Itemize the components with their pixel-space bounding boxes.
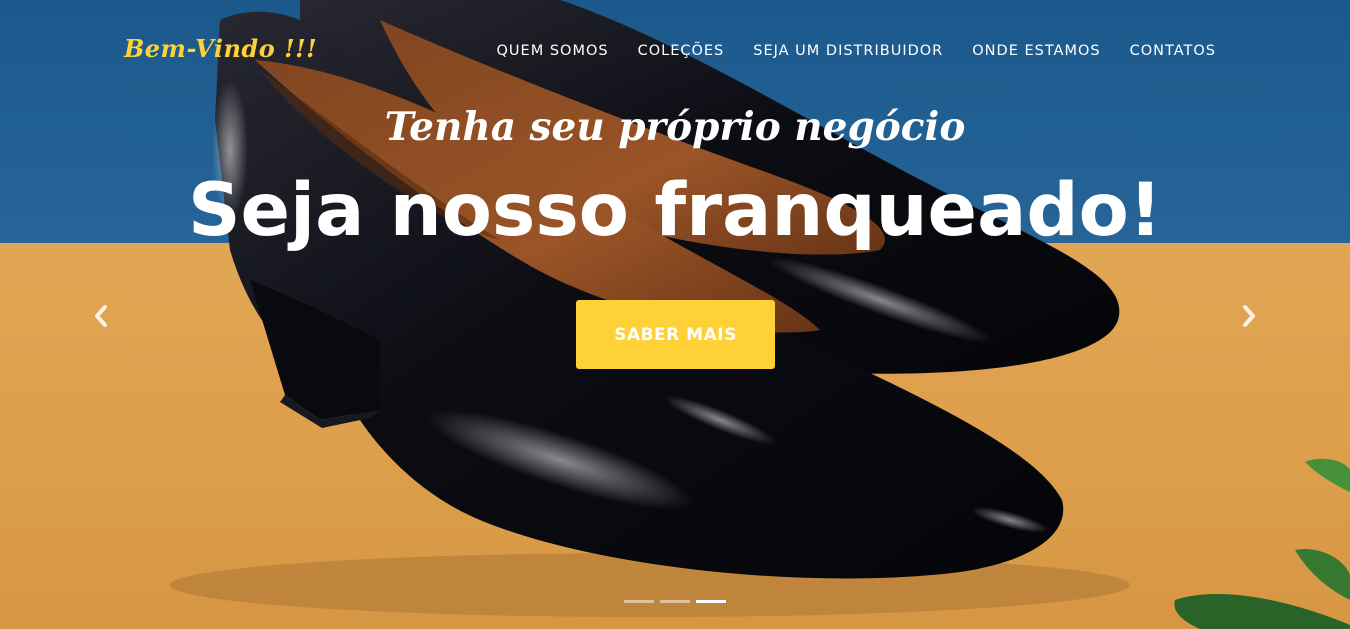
- nav-item-distribuidor: SEJA UM DISTRIBUIDOR: [753, 42, 943, 60]
- nav-link-quem-somos[interactable]: QUEM SOMOS: [497, 43, 609, 59]
- saber-mais-button[interactable]: SABER MAIS: [576, 300, 775, 369]
- carousel-indicator-active[interactable]: [696, 600, 726, 603]
- nav-item-quem-somos: QUEM SOMOS: [497, 42, 609, 60]
- carousel-prev-button[interactable]: [86, 298, 116, 334]
- chevron-left-icon: [95, 305, 107, 327]
- hero-headline: Seja nosso franqueado!: [187, 168, 1163, 253]
- nav-link-onde-estamos[interactable]: ONDE ESTAMOS: [972, 43, 1100, 59]
- chevron-right-icon: [1243, 305, 1255, 327]
- nav-item-contatos: CONTATOS: [1130, 42, 1216, 60]
- brand-logo[interactable]: Bem-Vindo !!!: [124, 34, 317, 63]
- carousel-indicators: [624, 600, 726, 603]
- nav-link-colecoes[interactable]: COLEÇÕES: [638, 43, 725, 59]
- carousel-indicator[interactable]: [624, 600, 654, 603]
- main-navigation: QUEM SOMOS COLEÇÕES SEJA UM DISTRIBUIDOR…: [497, 42, 1216, 60]
- hero-subtitle: Tenha seu próprio negócio: [384, 104, 966, 150]
- hero-carousel: Bem-Vindo !!! QUEM SOMOS COLEÇÕES SEJA U…: [0, 0, 1350, 629]
- nav-item-colecoes: COLEÇÕES: [638, 42, 725, 60]
- carousel-next-button[interactable]: [1234, 298, 1264, 334]
- nav-link-distribuidor[interactable]: SEJA UM DISTRIBUIDOR: [753, 43, 943, 59]
- carousel-indicator[interactable]: [660, 600, 690, 603]
- nav-link-contatos[interactable]: CONTATOS: [1130, 43, 1216, 59]
- nav-item-onde-estamos: ONDE ESTAMOS: [972, 42, 1100, 60]
